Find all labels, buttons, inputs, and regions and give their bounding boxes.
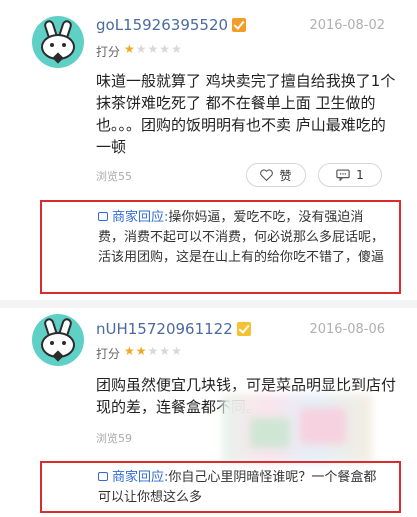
heart-icon — [260, 169, 274, 181]
blurred-image — [222, 394, 372, 464]
review-content: 味道一般就算了 鸡块卖完了擅自给我换了1个抹茶饼难吃死了 都不在餐单上面 卫生做… — [96, 72, 396, 156]
view-count: 浏览59 — [96, 432, 132, 445]
merchant-reply-label: 商家回应: — [112, 470, 169, 485]
like-label: 赞 — [279, 168, 292, 183]
star-rating: ★★★★★ — [124, 344, 183, 358]
star-rating: ★★★★★ — [124, 42, 183, 56]
star-icon: ★ — [147, 42, 160, 56]
like-button[interactable]: 赞 — [246, 163, 306, 187]
comment-button[interactable]: 1 — [318, 163, 382, 187]
username[interactable]: goL15926395520 — [96, 16, 247, 34]
review-item: goL15926395520 2016-08-02 打分 ★★★★★ 味道一般就… — [0, 0, 417, 200]
star-icon: ★ — [159, 42, 172, 56]
score-label: 打分 — [96, 45, 121, 59]
chat-icon — [98, 472, 108, 481]
comment-icon — [336, 169, 350, 181]
star-icon: ★ — [171, 42, 183, 56]
view-count: 浏览55 — [96, 170, 132, 183]
review-date: 2016-08-02 — [309, 18, 385, 33]
user-avatar[interactable] — [32, 16, 84, 68]
star-icon: ★ — [135, 42, 148, 56]
star-icon: ★ — [159, 344, 172, 358]
merchant-reply: 商家回应:操你妈逼，爱吃不吃，没有强迫消费，消费不起可以不消费，何必说那么多屁话… — [54, 208, 384, 268]
score-label: 打分 — [96, 347, 121, 361]
star-icon: ★ — [124, 344, 136, 358]
star-icon: ★ — [135, 344, 148, 358]
blurred-image — [250, 418, 290, 448]
comment-count: 1 — [356, 168, 364, 182]
member-badge-icon — [236, 322, 251, 336]
merchant-reply-label: 商家回应: — [112, 210, 169, 225]
blurred-image — [300, 408, 346, 444]
review-date: 2016-08-06 — [309, 322, 385, 337]
username[interactable]: nUH15720961122 — [96, 320, 251, 338]
star-icon: ★ — [147, 344, 160, 358]
chat-icon — [98, 212, 108, 221]
merchant-reply: 商家回应:你自己心里阴暗怪谁呢？一个餐盒都可以让你想这么多 — [54, 468, 384, 508]
star-icon: ★ — [124, 42, 136, 56]
member-badge-icon — [232, 18, 247, 32]
user-avatar[interactable] — [32, 314, 84, 366]
star-icon: ★ — [171, 344, 183, 358]
section-divider — [0, 300, 417, 308]
